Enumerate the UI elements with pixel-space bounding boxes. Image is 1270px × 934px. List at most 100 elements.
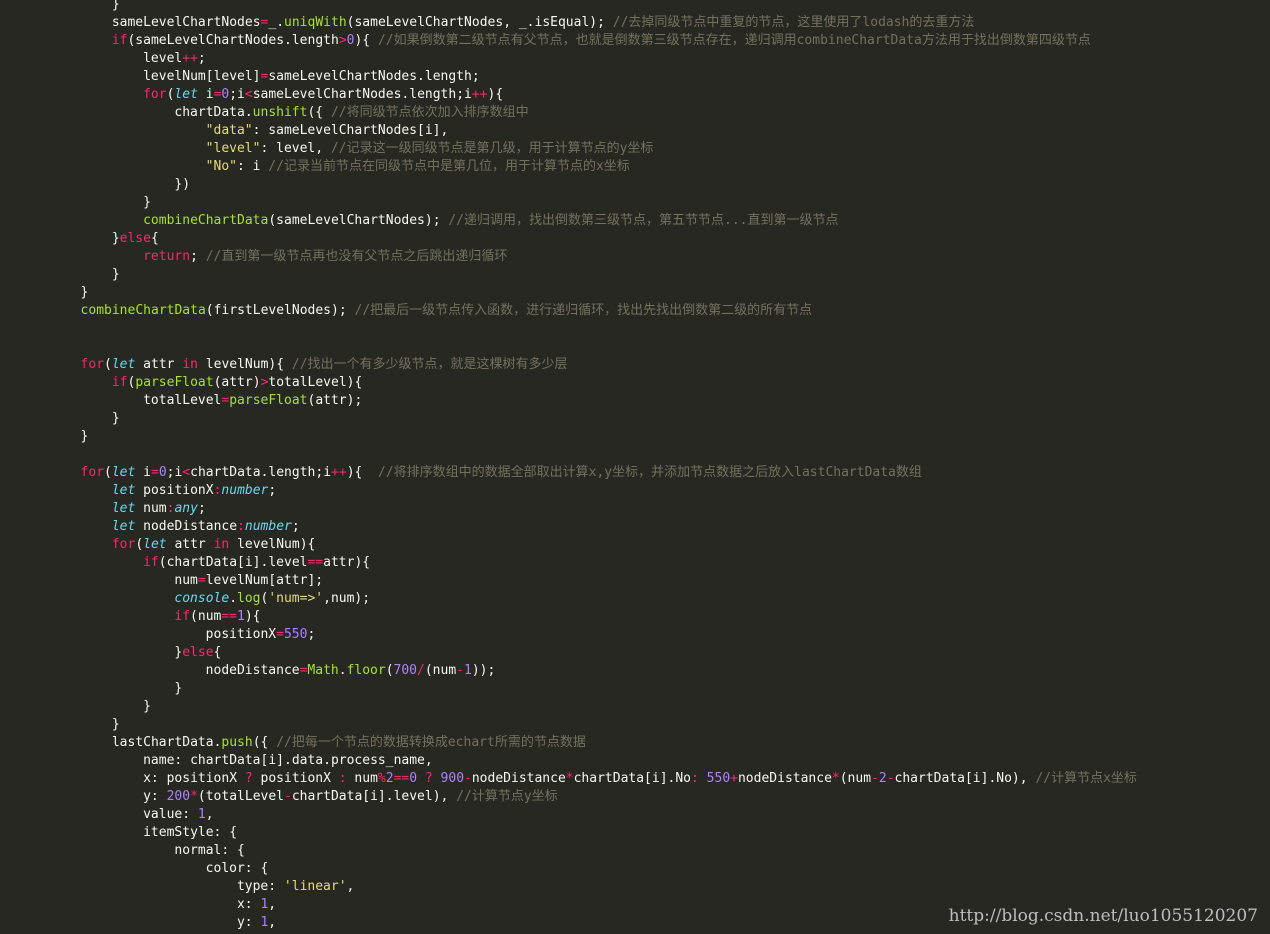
code-line: num=levelNum[attr]; xyxy=(174,572,323,590)
code-line: let num:any; xyxy=(112,500,206,518)
code-token: (sameLevelChartNodes); xyxy=(268,213,449,228)
code-line: y: 200*(totalLevel-chartData[i].level), … xyxy=(143,788,558,806)
code-token: //将同级节点依次加入排序数组中 xyxy=(330,105,529,120)
code-token: for xyxy=(143,87,167,102)
code-line: } xyxy=(143,194,151,212)
code-line: if(parseFloat(attr)>totalLevel){ xyxy=(112,374,362,392)
code-token: ++ xyxy=(331,465,347,480)
code-token: //记录当前节点在同级节点中是第几位，用于计算节点的x坐标 xyxy=(268,159,630,174)
code-token: //把每一个节点的数据转换成echart所需的节点数据 xyxy=(276,735,586,750)
code-line: x: positionX ? positionX : num%2==0 ? 90… xyxy=(143,770,1137,788)
code-token: ;i xyxy=(229,87,245,102)
code-token: for xyxy=(80,465,105,480)
code-token: (num xyxy=(190,609,222,624)
code-token: ({ xyxy=(252,735,277,750)
code-token: = xyxy=(151,465,159,480)
code-token: ++ xyxy=(182,51,198,66)
code-token: //递归调用，找出倒数第三级节点，第五节节点...直到第一级节点 xyxy=(448,213,839,228)
code-token: name: chartData[i].data.process_name, xyxy=(143,753,433,768)
code-token: attr xyxy=(166,537,214,552)
code-token: ? xyxy=(244,771,253,786)
code-token: 1 xyxy=(463,663,472,678)
code-token: ,num); xyxy=(323,591,371,606)
code-token: chartData. xyxy=(174,105,253,120)
code-token: : i xyxy=(236,159,269,174)
code-token: ;i xyxy=(166,465,183,480)
code-token: 700 xyxy=(393,663,418,678)
code-token: ; xyxy=(268,483,277,498)
code-token: sameLevelChartNodes.length;i xyxy=(252,87,472,102)
code-line: chartData.unshift({ //将同级节点依次加入排序数组中 xyxy=(174,104,528,122)
code-token: } xyxy=(80,429,89,444)
code-token: uniqWith xyxy=(284,15,347,30)
code-token: let xyxy=(111,465,136,480)
code-token: in xyxy=(182,357,198,372)
code-token: Math xyxy=(307,663,339,678)
code-token: if xyxy=(111,33,128,48)
code-token: let xyxy=(111,483,136,498)
code-token: - xyxy=(871,771,879,786)
code-token: return xyxy=(143,249,191,264)
code-token: 200 xyxy=(166,789,191,804)
code-line: name: chartData[i].data.process_name, xyxy=(143,752,433,770)
code-token: value: xyxy=(143,807,198,822)
code-token: nodeDistance xyxy=(737,771,832,786)
code-token: 'linear' xyxy=(283,879,347,894)
code-editor[interactable]: } sameLevelChartNodes=_.uniqWith(sameLeve… xyxy=(0,0,1270,934)
code-token: - xyxy=(284,789,292,804)
code-token: * xyxy=(190,789,198,804)
code-line: sameLevelChartNodes=_.uniqWith(sameLevel… xyxy=(112,14,975,32)
code-line: level++; xyxy=(143,50,206,68)
code-token: attr){ xyxy=(323,555,371,570)
code-token: , xyxy=(268,897,277,912)
code-token: else xyxy=(182,645,214,660)
code-token: } xyxy=(111,411,120,426)
code-token: push xyxy=(221,735,253,750)
code-token: = xyxy=(276,627,284,642)
code-token: parseFloat xyxy=(135,375,214,390)
code-token: y: xyxy=(236,915,261,930)
code-line: for(let i=0;i<chartData.length;i++){ //将… xyxy=(81,464,922,482)
code-line: return; //直到第一级节点再也没有父节点之后跳出递归循环 xyxy=(143,248,507,266)
watermark-url: http://blog.csdn.net/luo1055120207 xyxy=(948,906,1258,926)
code-token: { xyxy=(213,645,222,660)
code-token: } xyxy=(111,717,120,732)
code-line: }else{ xyxy=(112,230,159,248)
code-token: % xyxy=(377,771,386,786)
code-token: let xyxy=(111,501,136,516)
code-token: number xyxy=(244,519,292,534)
code-token: normal: { xyxy=(174,843,245,858)
code-token: 1 xyxy=(237,609,245,624)
code-line: normal: { xyxy=(174,842,244,860)
code-token: } xyxy=(174,681,183,696)
code-token: nodeDistance xyxy=(471,771,566,786)
code-token: positionX xyxy=(135,483,214,498)
code-token: } xyxy=(111,0,120,12)
code-token: type: xyxy=(236,879,284,894)
code-token: unshift xyxy=(252,105,308,120)
code-token: ; xyxy=(291,519,300,534)
code-line: if(sameLevelChartNodes.length>0){ //如果倒数… xyxy=(112,32,1091,50)
code-token: floor xyxy=(346,663,386,678)
code-token: console xyxy=(174,591,230,606)
code-token: ( xyxy=(385,663,394,678)
code-token: )); xyxy=(471,663,496,678)
code-line: value: 1, xyxy=(143,806,213,824)
code-token: ){ xyxy=(346,465,378,480)
code-token: "data" xyxy=(205,123,253,138)
code-token: "No" xyxy=(205,159,237,174)
code-token: 0 xyxy=(158,465,167,480)
code-token: let xyxy=(143,537,167,552)
code-token: : xyxy=(691,771,699,786)
code-token: level xyxy=(143,51,183,66)
code-token: //将排序数组中的数据全部取出计算x,y坐标，并添加节点数据之后放入lastCh… xyxy=(378,465,922,480)
code-token: ; xyxy=(307,627,316,642)
code-token: - xyxy=(464,771,472,786)
code-line: "level": level, //记录这一级同级节点是第几级，用于计算节点的y… xyxy=(206,140,654,158)
code-token: for xyxy=(111,537,136,552)
code-token: , xyxy=(205,807,214,822)
code-line: } xyxy=(112,0,120,14)
code-line: type: 'linear', xyxy=(237,878,354,896)
